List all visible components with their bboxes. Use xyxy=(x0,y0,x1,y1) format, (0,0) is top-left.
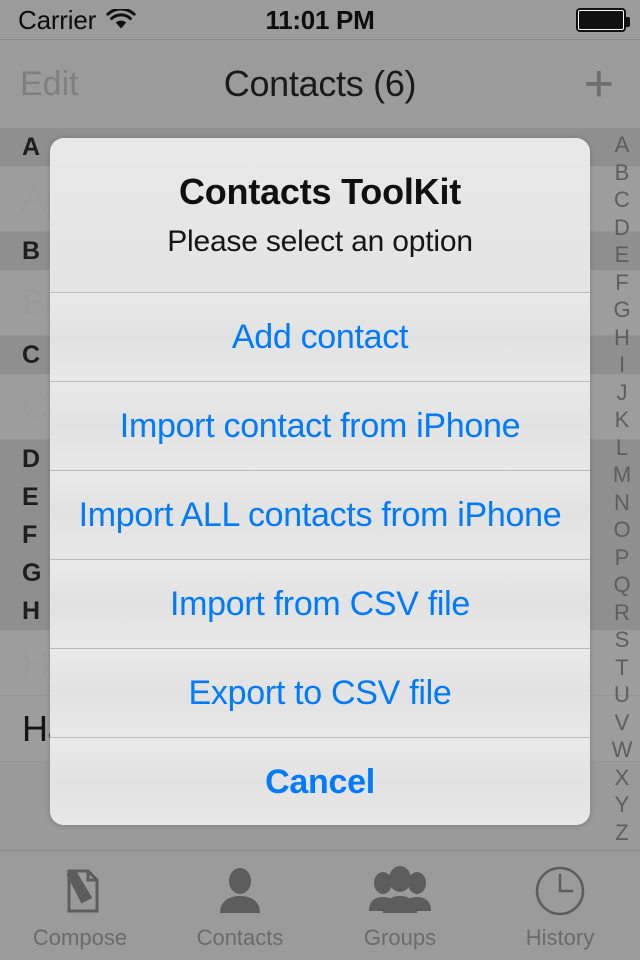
add-contact-action[interactable]: Add contact xyxy=(50,293,590,382)
app-screen: Carrier 11:01 PM Edit Contacts (6) + A A… xyxy=(0,0,640,960)
dialog-header: Contacts ToolKit Please select an option xyxy=(50,138,590,293)
status-time: 11:01 PM xyxy=(265,4,375,35)
cancel-button[interactable]: Cancel xyxy=(50,738,590,825)
person-icon xyxy=(212,861,268,921)
index-letter[interactable]: Q xyxy=(613,574,630,596)
index-letter[interactable]: D xyxy=(614,216,630,239)
dialog-subtitle: Please select an option xyxy=(167,225,473,258)
index-letter[interactable]: H xyxy=(614,326,630,349)
export-to-csv-action[interactable]: Export to CSV file xyxy=(50,649,590,738)
index-letter[interactable]: E xyxy=(615,244,630,266)
import-from-csv-action[interactable]: Import from CSV file xyxy=(50,560,590,649)
tab-label: History xyxy=(525,924,595,950)
index-letter[interactable]: K xyxy=(615,409,630,431)
import-contact-from-iphone-action[interactable]: Import contact from iPhone xyxy=(50,382,590,471)
tab-history[interactable]: History xyxy=(480,851,640,960)
index-letter[interactable]: P xyxy=(615,546,630,569)
index-letter[interactable]: Y xyxy=(615,794,630,816)
index-letter[interactable]: V xyxy=(615,711,630,734)
page-title: Contacts (6) xyxy=(223,63,417,104)
people-group-icon xyxy=(367,861,433,921)
tab-compose[interactable]: Compose xyxy=(0,851,160,960)
contacts-toolkit-dialog: Contacts ToolKit Please select an option… xyxy=(50,138,590,825)
navigation-bar: Edit Contacts (6) + xyxy=(0,40,640,128)
dialog-title: Contacts ToolKit xyxy=(178,171,462,212)
tab-label: Contacts xyxy=(196,924,284,950)
tab-label: Groups xyxy=(363,924,437,950)
index-letter[interactable]: W xyxy=(612,739,633,761)
index-letter[interactable]: O xyxy=(613,519,630,541)
add-contact-button[interactable]: + xyxy=(584,40,614,134)
alphabet-index-bar[interactable]: A B C D E F G H I J K L M N O P Q R S T … xyxy=(608,134,636,844)
index-letter[interactable]: M xyxy=(613,464,631,486)
compose-icon xyxy=(52,861,108,921)
index-letter[interactable]: R xyxy=(614,601,630,624)
tab-bar: Compose Contacts Groups History xyxy=(0,850,640,960)
index-letter[interactable]: U xyxy=(614,684,630,706)
index-letter[interactable]: F xyxy=(615,271,628,294)
import-all-contacts-from-iphone-action[interactable]: Import ALL contacts from iPhone xyxy=(50,471,590,560)
index-letter[interactable]: B xyxy=(615,161,630,184)
status-bar-right xyxy=(576,0,630,40)
status-bar: Carrier 11:01 PM xyxy=(0,0,640,40)
index-letter[interactable]: A xyxy=(615,134,630,156)
battery-full-icon xyxy=(576,8,630,32)
tab-label: Compose xyxy=(32,924,128,950)
tab-groups[interactable]: Groups xyxy=(320,851,480,960)
index-letter[interactable]: L xyxy=(616,436,628,459)
index-letter[interactable]: T xyxy=(615,656,628,679)
index-letter[interactable]: X xyxy=(615,766,630,789)
index-letter[interactable]: Z xyxy=(615,821,628,844)
index-letter[interactable]: S xyxy=(615,629,630,651)
tab-contacts[interactable]: Contacts xyxy=(160,851,320,960)
index-letter[interactable]: C xyxy=(614,189,630,211)
clock-icon xyxy=(532,861,588,921)
index-letter[interactable]: G xyxy=(613,299,630,321)
index-letter[interactable]: J xyxy=(617,381,628,404)
index-letter[interactable]: N xyxy=(614,491,630,514)
index-letter[interactable]: I xyxy=(619,354,625,376)
